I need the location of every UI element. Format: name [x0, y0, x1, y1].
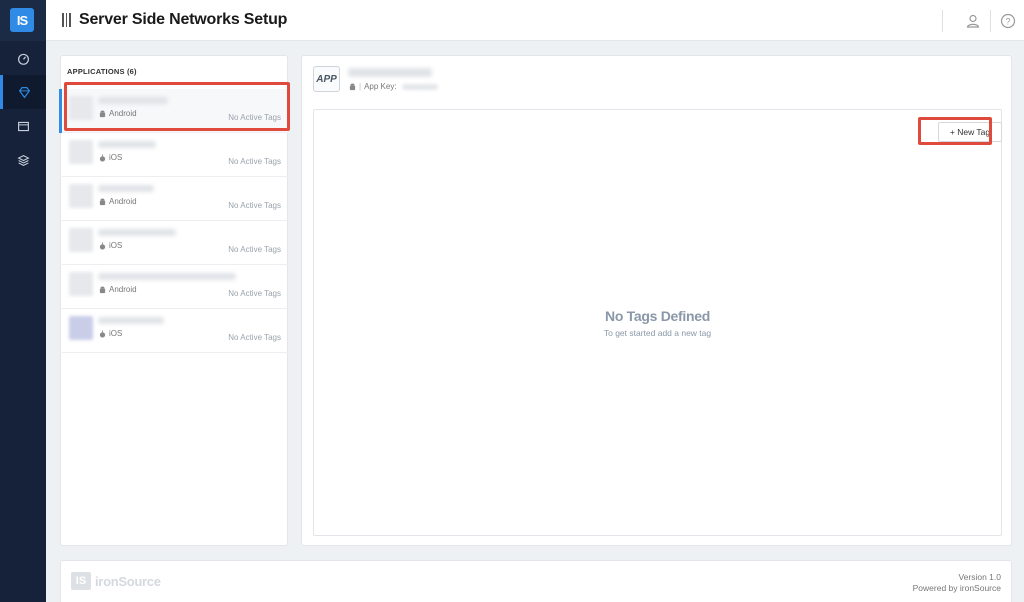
android-icon — [99, 286, 106, 293]
nav-monetization[interactable] — [0, 75, 46, 109]
gauge-icon — [17, 53, 29, 65]
layers-icon — [16, 154, 30, 166]
app-list-item[interactable]: Android No Active Tags — [62, 265, 288, 309]
folder-icon — [17, 121, 29, 131]
sidebar: IS — [0, 0, 46, 602]
selected-app-highlight — [64, 82, 290, 131]
app-platform: iOS — [99, 153, 122, 162]
applications-header: APPLICATIONS (6) — [67, 67, 137, 76]
user-icon[interactable] — [965, 13, 981, 29]
ironsource-logo-mark: IS — [71, 572, 91, 590]
top-divider — [942, 10, 943, 32]
app-icon — [69, 316, 93, 340]
footer-logo: IS ironSource — [71, 572, 161, 590]
ironsource-logo-text: ironSource — [95, 573, 161, 589]
app-tags-status: No Active Tags — [228, 245, 281, 254]
menu-icon[interactable] — [62, 13, 72, 27]
ironsource-logo[interactable]: IS — [10, 8, 34, 32]
app-key-value-redacted — [401, 83, 438, 90]
app-name-redacted — [98, 185, 154, 192]
empty-state-subtitle: To get started add a new tag — [603, 328, 712, 338]
separator: | — [359, 82, 362, 91]
footer-version: Version 1.0 Powered by ironSource — [913, 572, 1001, 594]
apple-icon — [99, 330, 106, 337]
diamond-icon — [18, 86, 31, 98]
help-icon[interactable]: ? — [1000, 13, 1016, 29]
new-tag-highlight — [918, 117, 992, 145]
app-logo: APP — [313, 66, 340, 92]
app-title-redacted — [348, 68, 432, 77]
nav-files[interactable] — [0, 109, 46, 143]
app-tags-status: No Active Tags — [228, 157, 281, 166]
app-tags-status: No Active Tags — [228, 201, 281, 210]
app-platform: iOS — [99, 329, 122, 338]
top-bar: Server Side Networks Setup ? — [46, 0, 1024, 41]
app-name-redacted — [98, 317, 164, 324]
page-title: Server Side Networks Setup — [79, 11, 288, 28]
app-name-redacted — [98, 273, 236, 280]
app-icon — [69, 140, 93, 164]
powered-by-text: Powered by ironSource — [912, 583, 1001, 593]
app-key: | App Key: — [349, 82, 438, 91]
app-tags-status: No Active Tags — [228, 289, 281, 298]
apple-icon — [99, 242, 106, 249]
empty-state-title: No Tags Defined — [605, 308, 710, 324]
android-icon — [99, 198, 106, 205]
app-key-label: App Key: — [364, 82, 397, 91]
app-name-redacted — [98, 229, 176, 236]
nav-dashboard[interactable] — [0, 41, 46, 75]
app-list-item[interactable]: iOS No Active Tags — [62, 221, 288, 265]
apple-icon — [99, 154, 106, 161]
app-name-redacted — [98, 141, 156, 148]
app-tags-status: No Active Tags — [228, 333, 281, 342]
app-list-item[interactable]: iOS No Active Tags — [62, 133, 288, 177]
app-icon — [69, 228, 93, 252]
sidebar-logo-area: IS — [0, 0, 46, 41]
android-icon — [349, 83, 356, 90]
version-text: Version 1.0 — [958, 572, 1001, 582]
app-platform: Android — [99, 285, 137, 294]
app-detail-panel: APP | App Key: + New Tag No Tags Defined… — [301, 55, 1012, 546]
nav-layers[interactable] — [0, 143, 46, 177]
app-icon — [69, 184, 93, 208]
app-platform: iOS — [99, 241, 122, 250]
top-divider — [990, 10, 991, 32]
svg-text:?: ? — [1005, 17, 1010, 27]
app-list-item[interactable]: Android No Active Tags — [62, 177, 288, 221]
footer: IS ironSource Version 1.0 Powered by iro… — [60, 560, 1012, 602]
app-platform: Android — [99, 197, 137, 206]
app-icon — [69, 272, 93, 296]
tags-area: + New Tag No Tags Defined To get started… — [313, 109, 1002, 536]
app-list-item[interactable]: iOS No Active Tags — [62, 309, 288, 353]
